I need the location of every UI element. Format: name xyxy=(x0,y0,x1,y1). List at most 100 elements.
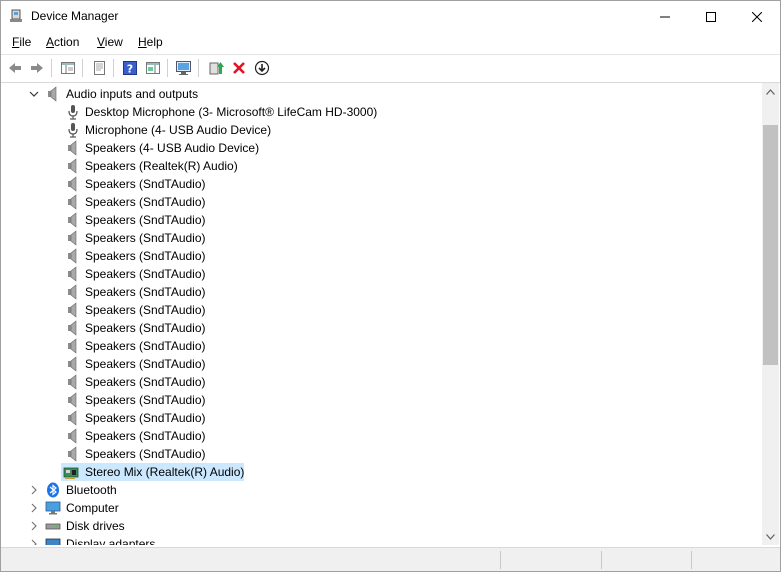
tree-category-audio[interactable]: Audio inputs and outputs xyxy=(1,85,762,103)
tree-device-row[interactable]: Speakers (SndTAudio) xyxy=(1,445,762,463)
bluetooth-icon xyxy=(47,482,59,498)
action-pane-button[interactable] xyxy=(143,58,163,78)
uninstall-device-button[interactable] xyxy=(229,58,249,78)
menu-action[interactable]: Action xyxy=(46,35,79,49)
window-title: Device Manager xyxy=(31,9,119,23)
tree-category-disk-drives[interactable]: Disk drives xyxy=(1,517,762,535)
forward-button[interactable] xyxy=(27,58,47,78)
menu-bar: File Action View Help xyxy=(1,32,780,54)
toolbar: ? xyxy=(1,54,780,83)
menu-help[interactable]: Help xyxy=(138,35,163,49)
tree-device-row[interactable]: Speakers (SndTAudio) xyxy=(1,409,762,427)
speaker-icon xyxy=(68,248,77,264)
vertical-scrollbar[interactable] xyxy=(762,83,779,545)
category-label: Display adapters xyxy=(66,537,156,545)
tree-device-row[interactable]: Speakers (SndTAudio) xyxy=(1,211,762,229)
menu-file-label: ile xyxy=(19,35,32,49)
properties-button[interactable] xyxy=(89,58,109,78)
speaker-icon xyxy=(68,302,77,318)
maximize-icon xyxy=(706,11,716,22)
tree-device-row[interactable]: Speakers (SndTAudio) xyxy=(1,319,762,337)
tree-category-bluetooth[interactable]: Bluetooth xyxy=(1,481,762,499)
speaker-icon xyxy=(68,176,77,192)
tree-device-row[interactable]: Speakers (SndTAudio) xyxy=(1,193,762,211)
status-bar-divider xyxy=(601,551,602,569)
disable-device-button[interactable] xyxy=(252,58,272,78)
tree-category-display-adapters[interactable]: Display adapters xyxy=(1,535,762,545)
device-tree[interactable]: Audio inputs and outputs Desktop Microph… xyxy=(1,83,762,545)
tree-device-row[interactable]: Speakers (SndTAudio) xyxy=(1,355,762,373)
tree-device-row[interactable]: Speakers (SndTAudio) xyxy=(1,301,762,319)
scan-hardware-button[interactable] xyxy=(174,58,194,78)
scroll-down-button[interactable] xyxy=(762,528,779,545)
device-label: Speakers (SndTAudio) xyxy=(85,249,206,263)
tree-category-computer[interactable]: Computer xyxy=(1,499,762,517)
maximize-button[interactable] xyxy=(688,1,734,32)
tree-device-row[interactable]: Speakers (SndTAudio) xyxy=(1,265,762,283)
back-button[interactable] xyxy=(5,58,25,78)
device-label: Speakers (SndTAudio) xyxy=(85,393,206,407)
collapsed-chevron-icon[interactable] xyxy=(29,521,39,531)
status-bar xyxy=(1,547,780,571)
svg-text:?: ? xyxy=(127,63,133,76)
collapsed-chevron-icon[interactable] xyxy=(29,503,39,513)
device-label: Speakers (SndTAudio) xyxy=(85,429,206,443)
device-label: Speakers (SndTAudio) xyxy=(85,231,206,245)
category-label: Audio inputs and outputs xyxy=(66,87,199,101)
tree-device-row-selected[interactable]: Stereo Mix (Realtek(R) Audio) xyxy=(1,463,762,481)
help-icon: ? xyxy=(123,61,137,76)
microphone-icon xyxy=(68,105,78,120)
speaker-icon xyxy=(68,212,77,228)
device-label: Speakers (Realtek(R) Audio) xyxy=(85,159,238,173)
title-bar[interactable]: Device Manager xyxy=(1,1,780,32)
scroll-up-button[interactable] xyxy=(762,83,779,100)
device-manager-app-icon xyxy=(10,9,22,22)
device-label: Speakers (SndTAudio) xyxy=(85,447,206,461)
tree-device-row[interactable]: Speakers (4- USB Audio Device) xyxy=(1,139,762,157)
device-label: Speakers (SndTAudio) xyxy=(85,339,206,353)
help-button[interactable]: ? xyxy=(120,58,140,78)
back-icon xyxy=(9,63,21,73)
minimize-button[interactable] xyxy=(642,1,688,32)
device-label: Speakers (SndTAudio) xyxy=(85,213,206,227)
close-button[interactable] xyxy=(734,1,780,32)
tree-device-row[interactable]: Speakers (SndTAudio) xyxy=(1,283,762,301)
menu-view-label: iew xyxy=(104,35,123,49)
menu-file[interactable]: File xyxy=(12,35,31,49)
collapsed-chevron-icon[interactable] xyxy=(29,485,39,495)
device-label: Speakers (SndTAudio) xyxy=(85,267,206,281)
tree-device-row[interactable]: Desktop Microphone (3- Microsoft® LifeCa… xyxy=(1,103,762,121)
device-manager-window: Device Manager File Action View Help ? A… xyxy=(0,0,781,572)
tree-device-row[interactable]: Speakers (SndTAudio) xyxy=(1,175,762,193)
speaker-icon xyxy=(68,374,77,390)
speaker-icon xyxy=(68,410,77,426)
device-label: Speakers (SndTAudio) xyxy=(85,303,206,317)
tree-device-row[interactable]: Speakers (Realtek(R) Audio) xyxy=(1,157,762,175)
expanded-chevron-icon[interactable] xyxy=(29,89,39,99)
device-label: Speakers (SndTAudio) xyxy=(85,411,206,425)
tree-device-row[interactable]: Speakers (SndTAudio) xyxy=(1,247,762,265)
properties-icon xyxy=(94,61,105,75)
display-adapter-icon xyxy=(45,538,61,545)
tree-device-row[interactable]: Speakers (SndTAudio) xyxy=(1,391,762,409)
status-bar-divider xyxy=(500,551,501,569)
tree-device-row[interactable]: Speakers (SndTAudio) xyxy=(1,427,762,445)
toolbar-separator xyxy=(113,59,114,77)
collapsed-chevron-icon[interactable] xyxy=(29,539,39,545)
tree-device-row[interactable]: Speakers (SndTAudio) xyxy=(1,337,762,355)
sound-card-icon xyxy=(63,467,79,479)
tree-device-row[interactable]: Speakers (SndTAudio) xyxy=(1,229,762,247)
menu-action-label: ction xyxy=(54,35,80,49)
tree-device-row[interactable]: Speakers (SndTAudio) xyxy=(1,373,762,391)
device-label: Microphone (4- USB Audio Device) xyxy=(85,123,272,137)
speaker-icon xyxy=(68,266,77,282)
tree-device-row[interactable]: Microphone (4- USB Audio Device) xyxy=(1,121,762,139)
update-driver-button[interactable] xyxy=(206,58,226,78)
scroll-thumb[interactable] xyxy=(763,125,778,365)
device-label: Speakers (SndTAudio) xyxy=(85,285,206,299)
chevron-up-icon xyxy=(766,88,775,95)
show-hide-console-tree-button[interactable] xyxy=(58,58,78,78)
menu-view[interactable]: View xyxy=(97,35,123,49)
microphone-icon xyxy=(68,123,78,138)
disable-device-icon xyxy=(254,60,270,76)
